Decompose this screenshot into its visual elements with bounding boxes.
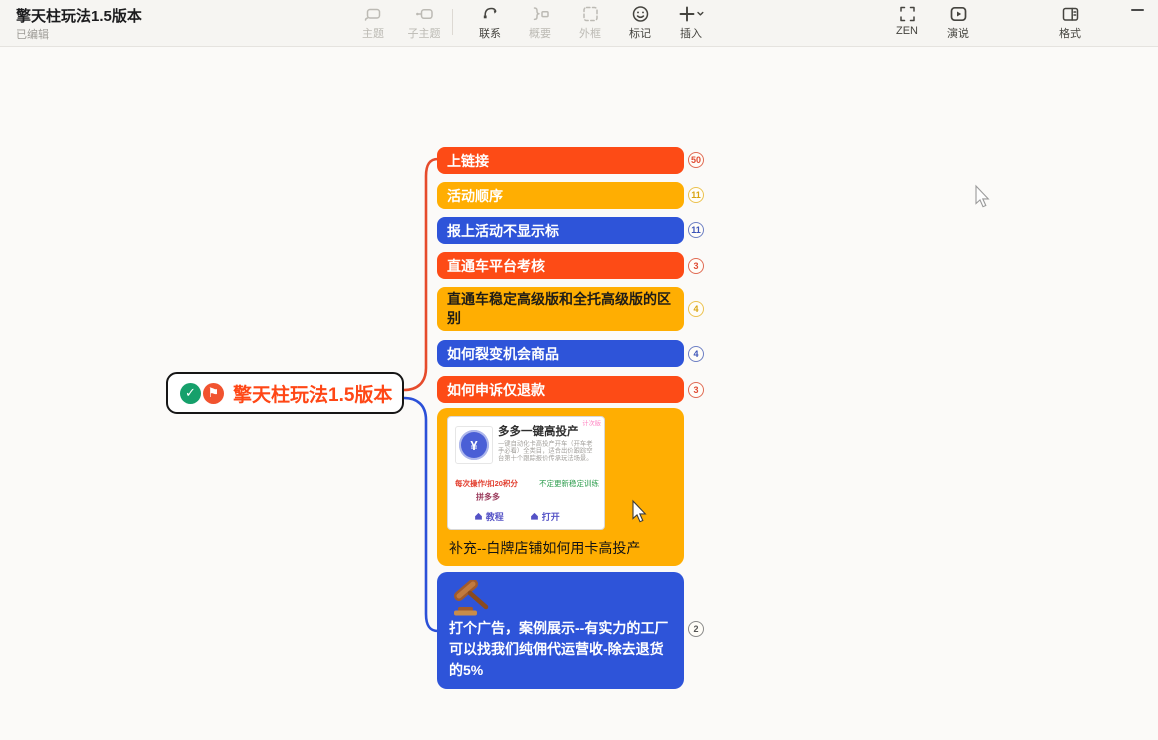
supplement-caption: 补充--白牌店铺如何用卡高投产 — [449, 538, 640, 558]
home-icon — [530, 511, 539, 520]
topic-count-badge[interactable]: 4 — [688, 301, 704, 317]
topic-label: 上链接 — [447, 151, 489, 171]
zen-mode-icon — [883, 4, 931, 24]
topic-label: 报上活动不显示标 — [447, 221, 559, 241]
card-corner-tag: 计次版 — [582, 418, 601, 427]
connector-upper-red — [404, 159, 438, 390]
topic-count-badge[interactable]: 2 — [688, 621, 704, 637]
toolbar-summary-label: 概要 — [516, 25, 564, 41]
root-topic-node[interactable]: ✓ ⚑ 擎天柱玩法1.5版本 — [166, 372, 404, 414]
toolbar-marker-button[interactable]: 标记 — [616, 4, 664, 41]
toolbar-zen-button[interactable]: ZEN — [883, 4, 931, 37]
topic-count-badge[interactable]: 11 — [688, 222, 704, 238]
card-tutorial-button[interactable]: 教程 — [474, 509, 504, 523]
card-open-label: 打开 — [542, 509, 560, 523]
embedded-image-card[interactable]: ¥ 多多一键高投产 计次版 一键自动化卡高投产开车（开车老手必看）全类目，适合出… — [447, 416, 605, 530]
edit-status: 已编辑 — [16, 26, 49, 42]
relationship-icon — [466, 4, 514, 24]
present-play-icon — [934, 4, 982, 24]
minimize-dash[interactable] — [1131, 9, 1144, 11]
topic-count-badge[interactable]: 3 — [688, 382, 704, 398]
card-app-name: 多多一键高投产 — [498, 423, 579, 439]
toolbar-insert-button[interactable]: 插入 — [664, 4, 718, 41]
toolbar-present-button[interactable]: 演说 — [934, 4, 982, 41]
toolbar-relationship-button[interactable]: 联系 — [466, 4, 514, 41]
topic-label: 如何裂变机会商品 — [447, 344, 559, 364]
document-title: 擎天柱玩法1.5版本 — [16, 5, 142, 26]
toolbar-summary-button[interactable]: 概要 — [516, 4, 564, 41]
card-open-button[interactable]: 打开 — [530, 509, 560, 523]
topic-label: 直通车稳定高级版和全托高级版的区别 — [447, 290, 674, 328]
subtopic-icon — [400, 4, 448, 24]
topic-icon — [349, 4, 397, 24]
toolbar-insert-label: 插入 — [664, 25, 718, 41]
marker-smiley-icon — [616, 4, 664, 24]
toolbar-divider — [452, 9, 453, 35]
root-topic-label: 擎天柱玩法1.5版本 — [233, 380, 392, 407]
app-icon-tile: ¥ — [455, 426, 493, 464]
toolbar-subtopic-button[interactable]: 子主题 — [400, 4, 448, 41]
topic-node-shanglianjie[interactable]: 上链接 — [437, 147, 684, 174]
card-price-note: 每次操作/扣20积分 — [455, 477, 518, 488]
topic-node-baoshanghuodong[interactable]: 报上活动不显示标 — [437, 217, 684, 244]
mindmap-canvas[interactable]: ✓ ⚑ 擎天柱玩法1.5版本 上链接 50 活动顺序 11 报上活动不显示标 1… — [0, 46, 1158, 740]
toolbar-subtopic-label: 子主题 — [400, 25, 448, 41]
topic-count-badge[interactable]: 50 — [688, 152, 704, 168]
boundary-icon — [566, 4, 614, 24]
toolbar: 擎天柱玩法1.5版本 已编辑 主题 子主题 联系 概要 — [0, 0, 1158, 47]
ad-text: 打个广告，案例展示--有实力的工厂可以找我们纯佣代运营收-除去退货的5% — [449, 618, 676, 681]
gavel-icon — [450, 580, 498, 618]
toolbar-topic-button[interactable]: 主题 — [349, 4, 397, 41]
toolbar-present-label: 演说 — [934, 25, 982, 41]
topic-node-liebian[interactable]: 如何裂变机会商品 — [437, 340, 684, 367]
card-description: 一键自动化卡高投产开车（开车老手必看）全类目，适合出价跟踪空台第十个跟踪报价传承… — [498, 440, 598, 462]
toolbar-zen-label: ZEN — [883, 25, 931, 37]
check-marker-icon[interactable]: ✓ — [180, 383, 201, 404]
summary-icon — [516, 4, 564, 24]
topic-count-badge[interactable]: 3 — [688, 258, 704, 274]
card-platform-label: 拼多多 — [476, 490, 500, 502]
mindmap-app-window: 擎天柱玩法1.5版本 已编辑 主题 子主题 联系 概要 — [0, 0, 1158, 740]
card-tutorial-label: 教程 — [486, 509, 504, 523]
topic-label: 活动顺序 — [447, 186, 503, 206]
topic-count-badge[interactable]: 4 — [688, 346, 704, 362]
mouse-cursor-icon — [976, 186, 988, 207]
topic-node-huodongshunxu[interactable]: 活动顺序 — [437, 182, 684, 209]
connector-lower-blue — [404, 398, 438, 631]
insert-plus-icon — [664, 4, 718, 24]
format-panel-icon — [1046, 4, 1094, 24]
yuan-app-icon: ¥ — [459, 430, 489, 460]
flag-marker-icon[interactable]: ⚑ — [203, 383, 224, 404]
topic-count-badge[interactable]: 11 — [688, 187, 704, 203]
toolbar-relationship-label: 联系 — [466, 25, 514, 41]
toolbar-boundary-label: 外框 — [566, 25, 614, 41]
home-icon — [474, 511, 483, 520]
toolbar-marker-label: 标记 — [616, 25, 664, 41]
topic-node-zhitongche-qubie[interactable]: 直通车稳定高级版和全托高级版的区别 — [437, 287, 684, 331]
card-update-note: 不定更新稳定训练 — [539, 477, 599, 488]
topic-node-shensu-tuikuan[interactable]: 如何申诉仅退款 — [437, 376, 684, 403]
supplement-topic-node[interactable]: ¥ 多多一键高投产 计次版 一键自动化卡高投产开车（开车老手必看）全类目，适合出… — [437, 408, 684, 566]
toolbar-boundary-button[interactable]: 外框 — [566, 4, 614, 41]
topic-label: 直通车平台考核 — [447, 256, 545, 276]
topic-node-zhitongche-kaohe[interactable]: 直通车平台考核 — [437, 252, 684, 279]
ad-topic-node[interactable]: 打个广告，案例展示--有实力的工厂可以找我们纯佣代运营收-除去退货的5% — [437, 572, 684, 689]
toolbar-topic-label: 主题 — [349, 25, 397, 41]
toolbar-format-button[interactable]: 格式 — [1046, 4, 1094, 41]
topic-label: 如何申诉仅退款 — [447, 380, 545, 400]
toolbar-format-label: 格式 — [1046, 25, 1094, 41]
